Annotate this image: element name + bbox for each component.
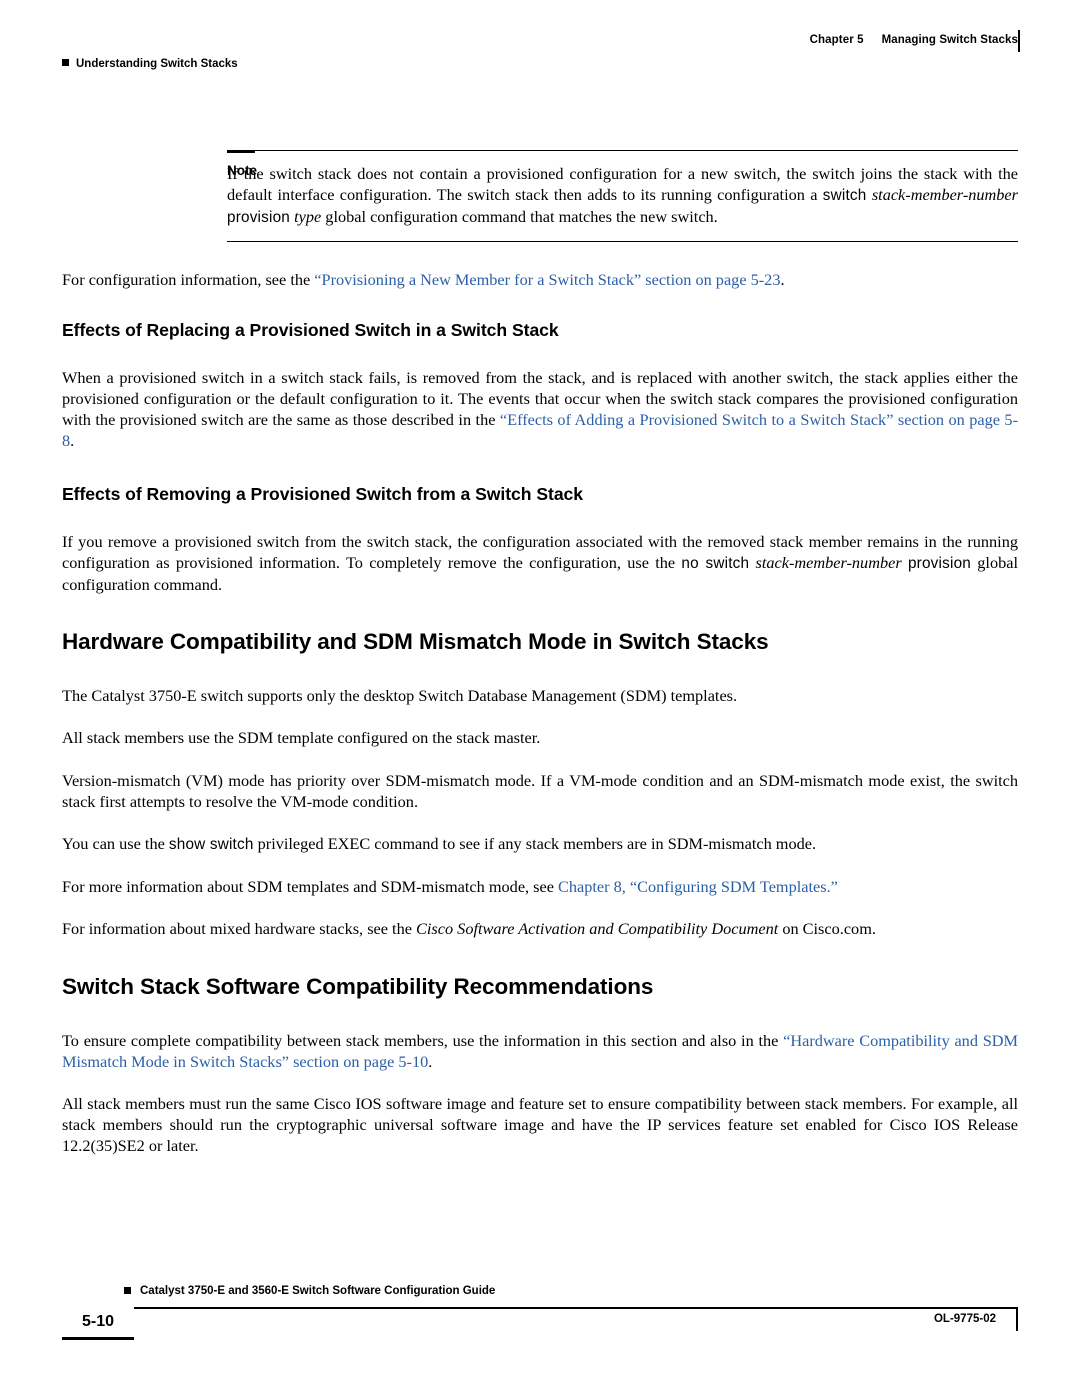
paragraph-sdm-3: Version-mismatch (VM) mode has priority … (62, 770, 1018, 811)
page-content: Note If the switch stack does not contai… (62, 150, 1018, 1157)
sdm-4-text-pre: You can use the (62, 834, 169, 854)
sdm-4-text-post: privileged EXEC command to see if any st… (253, 834, 817, 854)
note-arg-stack-member-number: stack-member-number (871, 185, 1018, 205)
paragraph-compat-2: All stack members must run the same Cisc… (62, 1094, 1018, 1156)
removing-command-no-switch: no switch (681, 554, 750, 572)
heading-effects-removing: Effects of Removing a Provisioned Switch… (62, 483, 584, 504)
paragraph-sdm-1: The Catalyst 3750-E switch supports only… (62, 686, 738, 706)
sdm-6-text-pre: For information about mixed hardware sta… (62, 919, 417, 939)
compat-1-text-post: . (428, 1051, 433, 1071)
note-command-switch: switch (822, 187, 867, 205)
footer-bullet-square-icon (124, 1287, 131, 1294)
link-provisioning-new-member[interactable]: “Provisioning a New Member for a Switch … (314, 270, 780, 289)
note-bottom-rule (227, 240, 1018, 242)
document-page: Chapter 5 Managing Switch Stacks Understa… (0, 0, 1080, 1397)
document-id: OL-9775-02 (933, 1313, 996, 1325)
header-chapter-title: Managing Switch Stacks (881, 34, 1018, 46)
footer-right-rule (1016, 1307, 1018, 1331)
paragraph-config-info: For configuration information, see the “… (62, 269, 1018, 290)
compat-1-text-pre: To ensure complete compatibility between… (62, 1030, 784, 1050)
paragraph-sdm-5: For more information about SDM templates… (62, 876, 1018, 897)
sdm-5-text-pre: For more information about SDM templates… (62, 877, 559, 897)
page-header: Chapter 5 Managing Switch Stacks Understa… (62, 30, 1020, 74)
bullet-square-icon (62, 59, 69, 66)
heading-software-compatibility: Switch Stack Software Compatibility Reco… (62, 973, 654, 999)
footer-rule (62, 1307, 1018, 1309)
note-top-rule (227, 150, 1018, 151)
header-running-head: Understanding Switch Stacks (62, 58, 238, 70)
footer-guide-title: Catalyst 3750-E and 3560-E Switch Softwa… (140, 1285, 496, 1297)
note-label: Note (227, 163, 257, 178)
header-right-rule (1018, 30, 1020, 52)
removing-command-provision: provision (907, 554, 971, 572)
note-label-rule (227, 150, 255, 153)
sdm-6-text-post: on Cisco.com. (778, 919, 876, 939)
heading-hardware-compatibility: Hardware Compatibility and SDM Mismatch … (62, 629, 769, 655)
sdm-4-command-show-switch: show switch (168, 836, 254, 854)
replacing-text-post: . (70, 431, 75, 451)
note-arg-type: type (294, 207, 322, 227)
header-chapter-info: Chapter 5 Managing Switch Stacks (810, 34, 1018, 46)
link-chapter-8-configuring-sdm-templates[interactable]: Chapter 8, “Configuring SDM Templates.” (558, 877, 838, 896)
header-running-head-text: Understanding Switch Stacks (76, 58, 238, 70)
paragraph-sdm-2: All stack members use the SDM template c… (62, 728, 541, 748)
note-text-part2: global configuration command that matche… (321, 207, 718, 227)
sdm-6-doc-title: Cisco Software Activation and Compatibil… (416, 919, 779, 939)
note-block: Note If the switch stack does not contai… (62, 150, 1018, 242)
page-number: 5-10 (62, 1307, 134, 1340)
config-info-text-pre: For configuration information, see the (62, 269, 315, 289)
paragraph-sdm-4: You can use the show switch privileged E… (62, 833, 1018, 855)
heading-effects-replacing: Effects of Replacing a Provisioned Switc… (62, 319, 559, 340)
removing-arg-stack-member-number: stack-member-number (755, 552, 902, 572)
note-text: If the switch stack does not contain a p… (227, 163, 1018, 229)
paragraph-removing: If you remove a provisioned switch from … (62, 531, 1018, 596)
config-info-text-post: . (780, 269, 785, 289)
paragraph-compat-1: To ensure complete compatibility between… (62, 1030, 1018, 1072)
page-footer: Catalyst 3750-E and 3560-E Switch Softwa… (62, 1285, 1018, 1345)
paragraph-sdm-6: For information about mixed hardware sta… (62, 918, 1018, 939)
header-chapter-number: Chapter 5 (809, 34, 864, 46)
paragraph-replacing: When a provisioned switch in a switch st… (62, 367, 1018, 452)
note-command-provision: provision (227, 209, 291, 227)
